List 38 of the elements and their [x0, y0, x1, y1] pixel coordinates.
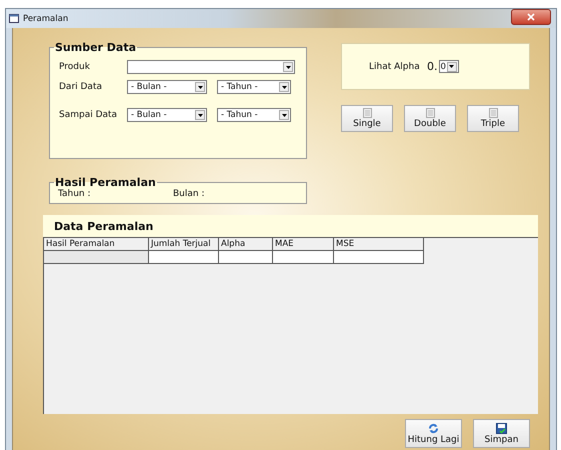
- dropdown[interactable]: - Tahun -: [217, 108, 291, 122]
- action-button[interactable]: Hitung Lagi: [405, 419, 462, 448]
- panel-title: Data Peramalan: [43, 215, 538, 237]
- dropdown[interactable]: - Tahun -: [217, 80, 291, 94]
- table-cell: [219, 251, 273, 264]
- close-icon: [527, 13, 535, 21]
- column-header: MAE: [273, 238, 334, 251]
- column-header: Jumlah Terjual: [149, 238, 219, 251]
- alpha-label: Lihat Alpha: [369, 62, 421, 72]
- result-label: Tahun :: [58, 189, 92, 199]
- field-label: Produk: [58, 62, 91, 72]
- column-header: Alpha: [219, 238, 273, 251]
- group-title: Hasil Peramalan: [54, 176, 157, 189]
- column-header: Hasil Peramalan: [44, 238, 149, 251]
- table-cell: [273, 251, 334, 264]
- result-label: Bulan :: [173, 189, 206, 199]
- dropdown[interactable]: - Bulan -: [127, 80, 207, 94]
- field-label: Dari Data: [58, 82, 103, 92]
- method-button[interactable]: Single: [341, 105, 393, 132]
- close-button[interactable]: [511, 9, 551, 25]
- refresh-icon: [428, 422, 439, 434]
- document-icon: [488, 108, 498, 118]
- table-cell: [149, 251, 219, 264]
- save-icon: [496, 422, 507, 434]
- method-button[interactable]: Double: [404, 105, 456, 132]
- field-label: Sampai Data: [58, 110, 118, 120]
- alpha-dropdown[interactable]: 0: [438, 60, 458, 73]
- document-icon: [362, 108, 372, 118]
- action-button[interactable]: Simpan: [473, 419, 530, 448]
- group-title: Sumber Data: [54, 41, 138, 54]
- window-icon: [9, 14, 19, 23]
- document-icon: [426, 108, 434, 118]
- alpha-prefix: 0.: [427, 60, 438, 73]
- column-header: MSE: [334, 238, 424, 251]
- dropdown[interactable]: [127, 60, 295, 74]
- window-title: Peramalan: [23, 14, 68, 24]
- dropdown[interactable]: - Bulan -: [127, 108, 207, 122]
- method-button[interactable]: Triple: [467, 105, 519, 132]
